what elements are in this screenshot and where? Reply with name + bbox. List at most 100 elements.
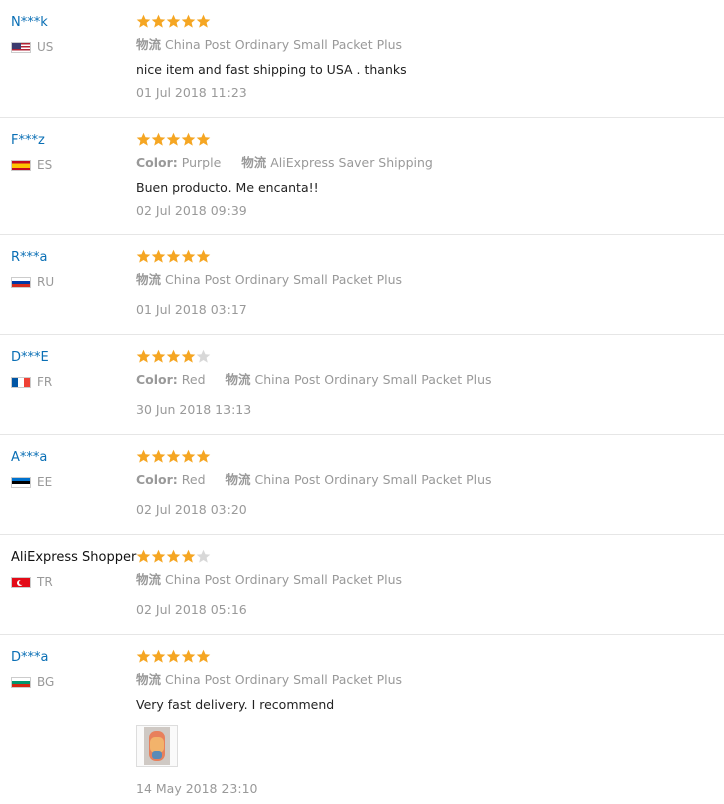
- star-filled-icon: [181, 549, 196, 564]
- review-item: A***a EE Color: Red 物流 China Post Ordina…: [0, 434, 724, 534]
- color-label: Color:: [136, 472, 178, 487]
- star-filled-icon: [136, 14, 151, 29]
- reviewer-name[interactable]: A***a: [11, 449, 133, 467]
- country-code: TR: [37, 575, 53, 589]
- star-filled-icon: [166, 449, 181, 464]
- product-photo-icon: [144, 727, 170, 765]
- reviewer-country: BG: [11, 675, 133, 689]
- review-date: 01 Jul 2018 03:17: [136, 302, 247, 317]
- review-date: 14 May 2018 23:10: [136, 781, 258, 796]
- shipping-label: 物流: [136, 572, 162, 587]
- shipping-label: 物流: [136, 37, 162, 52]
- star-filled-icon: [151, 649, 166, 664]
- review-item: AliExpress Shopper TR 物流 China Post Ordi…: [0, 534, 724, 634]
- star-filled-icon: [196, 249, 211, 264]
- star-rating: [136, 132, 724, 148]
- star-filled-icon: [181, 249, 196, 264]
- reviewer-info: A***a EE: [11, 449, 133, 489]
- shipping-label: 物流: [225, 372, 251, 387]
- star-filled-icon: [181, 449, 196, 464]
- star-filled-icon: [181, 132, 196, 147]
- star-rating: [136, 649, 724, 665]
- reviewer-name[interactable]: N***k: [11, 14, 133, 32]
- flag-ee-icon: [11, 476, 31, 488]
- shipping-label: 物流: [241, 155, 267, 170]
- flag-ru-icon: [11, 276, 31, 288]
- reviewer-info: R***a RU: [11, 249, 133, 289]
- star-filled-icon: [181, 649, 196, 664]
- star-filled-icon: [166, 649, 181, 664]
- star-filled-icon: [151, 549, 166, 564]
- star-filled-icon: [136, 649, 151, 664]
- star-filled-icon: [136, 132, 151, 147]
- reviewer-info: AliExpress Shopper TR: [11, 549, 137, 589]
- reviewer-info: D***E FR: [11, 349, 133, 389]
- shipping-value: China Post Ordinary Small Packet Plus: [254, 372, 492, 387]
- review-item: F***z ES Color: Purple 物流 AliExpress Sav…: [0, 117, 724, 234]
- reviewer-country: TR: [11, 575, 133, 589]
- flag-tr-icon: [11, 576, 31, 588]
- reviewer-info: N***k US: [11, 14, 133, 54]
- review-date: 02 Jul 2018 03:20: [136, 502, 247, 517]
- star-filled-icon: [151, 14, 166, 29]
- star-filled-icon: [196, 14, 211, 29]
- color-label: Color:: [136, 372, 178, 387]
- review-date: 01 Jul 2018 11:23: [136, 85, 247, 100]
- order-info: 物流 China Post Ordinary Small Packet Plus: [136, 672, 724, 688]
- reviewer-country: ES: [11, 158, 133, 172]
- flag-es-icon: [11, 159, 31, 171]
- shipping-value: China Post Ordinary Small Packet Plus: [165, 272, 403, 287]
- star-filled-icon: [166, 132, 181, 147]
- star-filled-icon: [196, 132, 211, 147]
- review-content: 物流 China Post Ordinary Small Packet Plus…: [136, 249, 724, 318]
- shipping-value: China Post Ordinary Small Packet Plus: [165, 672, 403, 687]
- star-filled-icon: [136, 349, 151, 364]
- review-item: R***a RU 物流 China Post Ordinary Small Pa…: [0, 234, 724, 334]
- review-date: 02 Jul 2018 05:16: [136, 602, 247, 617]
- shipping-label: 物流: [136, 672, 162, 687]
- color-value: Red: [181, 372, 206, 387]
- reviewer-name[interactable]: D***a: [11, 649, 133, 667]
- star-rating: [136, 549, 724, 565]
- reviewer-info: F***z ES: [11, 132, 133, 172]
- review-photo-thumbnail[interactable]: [136, 725, 178, 767]
- review-date: 02 Jul 2018 09:39: [136, 203, 247, 218]
- country-code: EE: [37, 475, 53, 489]
- shipping-label: 物流: [225, 472, 251, 487]
- order-info: 物流 China Post Ordinary Small Packet Plus: [136, 572, 724, 588]
- star-filled-icon: [166, 349, 181, 364]
- country-code: BG: [37, 675, 55, 689]
- order-info: 物流 China Post Ordinary Small Packet Plus: [136, 272, 724, 288]
- order-info: Color: Purple 物流 AliExpress Saver Shippi…: [136, 155, 724, 171]
- star-filled-icon: [151, 132, 166, 147]
- shipping-value: China Post Ordinary Small Packet Plus: [254, 472, 492, 487]
- flag-fr-icon: [11, 376, 31, 388]
- reviewer-name: AliExpress Shopper: [11, 550, 137, 565]
- color-value: Purple: [181, 155, 222, 170]
- star-filled-icon: [151, 349, 166, 364]
- reviewer-name[interactable]: D***E: [11, 349, 133, 367]
- shipping-value: AliExpress Saver Shipping: [270, 155, 433, 170]
- reviewer-name[interactable]: R***a: [11, 249, 133, 267]
- reviewer-country: US: [11, 40, 133, 54]
- star-empty-icon: [196, 349, 211, 364]
- star-filled-icon: [166, 14, 181, 29]
- order-info: 物流 China Post Ordinary Small Packet Plus: [136, 37, 724, 53]
- star-filled-icon: [181, 349, 196, 364]
- reviewer-name[interactable]: F***z: [11, 132, 133, 150]
- reviewer-info: D***a BG: [11, 649, 133, 689]
- review-content: Color: Red 物流 China Post Ordinary Small …: [136, 449, 724, 518]
- star-filled-icon: [136, 249, 151, 264]
- review-text: Very fast delivery. I recommend: [136, 697, 335, 712]
- country-code: US: [37, 40, 54, 54]
- review-date: 30 Jun 2018 13:13: [136, 402, 252, 417]
- order-info: Color: Red 物流 China Post Ordinary Small …: [136, 472, 724, 488]
- star-filled-icon: [151, 449, 166, 464]
- review-item: N***k US 物流 China Post Ordinary Small Pa…: [0, 0, 724, 117]
- reviewer-country: EE: [11, 475, 133, 489]
- country-code: FR: [37, 375, 53, 389]
- star-rating: [136, 14, 724, 30]
- reviewer-country: FR: [11, 375, 133, 389]
- review-content: 物流 China Post Ordinary Small Packet Plus…: [136, 549, 724, 618]
- color-value: Red: [181, 472, 206, 487]
